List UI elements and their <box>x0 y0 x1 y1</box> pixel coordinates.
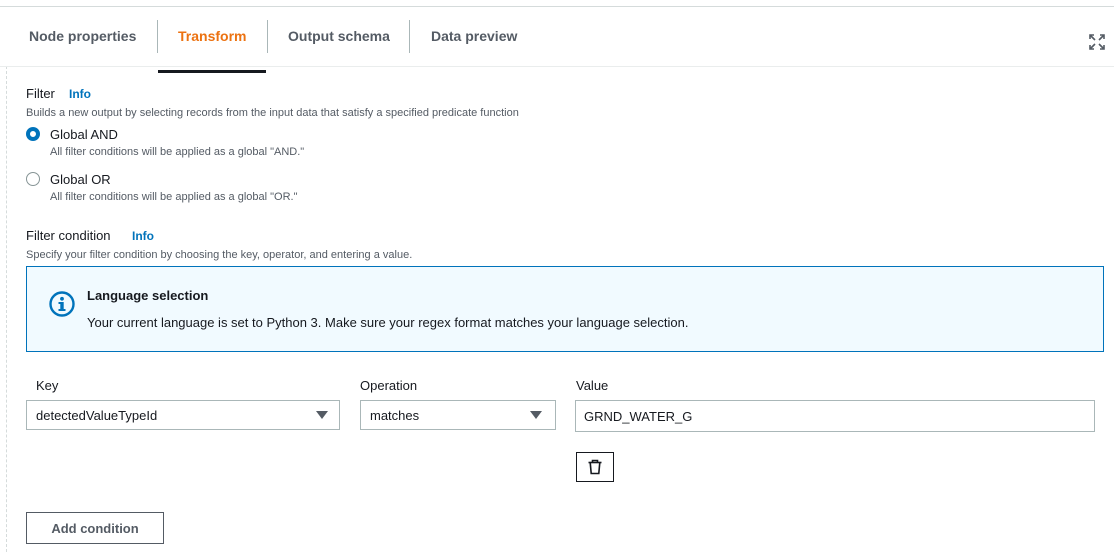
tab-separator <box>267 20 268 53</box>
trash-icon <box>588 459 602 475</box>
filter-title: Filter <box>26 86 55 101</box>
active-tab-indicator <box>158 70 266 73</box>
value-label: Value <box>576 378 609 393</box>
global-or-radio[interactable] <box>26 172 40 186</box>
global-and-label: Global AND <box>50 127 118 142</box>
caret-down-icon <box>316 411 328 419</box>
tab-data-preview[interactable]: Data preview <box>431 7 517 66</box>
global-and-radio[interactable] <box>26 127 40 141</box>
language-alert: Language selection Your current language… <box>26 266 1104 352</box>
tab-transform[interactable]: Transform <box>178 7 246 66</box>
tab-separator <box>157 20 158 53</box>
filter-info-link[interactable]: Info <box>69 87 91 101</box>
panel-left-border <box>6 66 7 552</box>
operation-select-value: matches <box>370 408 420 423</box>
operation-select[interactable]: matches <box>360 400 556 430</box>
filter-condition-description: Specify your filter condition by choosin… <box>26 249 413 261</box>
expand-icon[interactable] <box>1089 34 1105 50</box>
tab-separator <box>409 20 410 53</box>
global-or-description: All filter conditions will be applied as… <box>50 191 298 203</box>
key-select-value: detectedValueTypeId <box>36 408 158 423</box>
add-condition-button[interactable]: Add condition <box>26 512 164 544</box>
tab-bar: Node properties Transform Output schema … <box>0 7 1114 73</box>
filter-description: Builds a new output by selecting records… <box>26 107 519 119</box>
operation-label: Operation <box>360 378 418 393</box>
filter-condition-title: Filter condition <box>26 228 111 243</box>
tab-node-properties[interactable]: Node properties <box>29 7 136 66</box>
info-circle-icon <box>49 291 75 317</box>
global-and-description: All filter conditions will be applied as… <box>50 146 305 158</box>
remove-condition-button[interactable] <box>576 452 614 482</box>
alert-title: Language selection <box>87 288 209 303</box>
value-input[interactable] <box>575 400 1095 432</box>
tab-output-schema[interactable]: Output schema <box>288 7 390 66</box>
key-label: Key <box>36 378 59 393</box>
global-or-label: Global OR <box>50 172 111 187</box>
alert-text: Your current language is set to Python 3… <box>87 315 689 330</box>
key-select[interactable]: detectedValueTypeId <box>26 400 340 430</box>
filter-condition-info-link[interactable]: Info <box>132 229 154 243</box>
caret-down-icon <box>530 411 542 419</box>
